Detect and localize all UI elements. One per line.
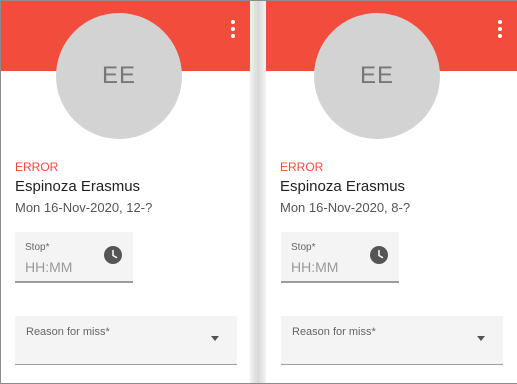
more-vert-icon[interactable] (230, 20, 236, 38)
reason-for-miss-label: Reason for miss* (292, 326, 376, 338)
reason-for-miss-select[interactable]: Reason for miss* (281, 316, 503, 365)
stop-time-input[interactable] (25, 259, 105, 275)
arrow-drop-down-icon[interactable] (477, 336, 485, 341)
avatar: EE (56, 13, 182, 139)
screen: EE ERROR Espinoza Erasmus Mon 16-Nov-202… (0, 0, 517, 384)
employee-card-2: EE ERROR Espinoza Erasmus Mon 16-Nov-202… (266, 1, 517, 383)
stop-time-field[interactable]: Stop* (281, 232, 399, 283)
clock-icon[interactable] (104, 246, 122, 264)
arrow-drop-down-icon[interactable] (211, 336, 219, 341)
more-vert-icon[interactable] (497, 20, 503, 38)
shift-date: Mon 16-Nov-2020, 12-? (15, 200, 153, 215)
stop-time-input[interactable] (291, 259, 371, 275)
stop-time-field[interactable]: Stop* (15, 232, 133, 283)
stop-time-label: Stop* (25, 242, 50, 253)
stop-time-label: Stop* (291, 242, 316, 253)
reason-for-miss-label: Reason for miss* (26, 326, 110, 338)
card-divider (250, 1, 266, 383)
shift-date: Mon 16-Nov-2020, 8-? (280, 200, 411, 215)
employee-card-1: EE ERROR Espinoza Erasmus Mon 16-Nov-202… (1, 1, 250, 383)
clock-icon[interactable] (370, 246, 388, 264)
reason-for-miss-select[interactable]: Reason for miss* (15, 316, 237, 365)
avatar: EE (314, 13, 440, 139)
employee-name: Espinoza Erasmus (15, 178, 141, 195)
employee-name: Espinoza Erasmus (280, 178, 406, 195)
status-label: ERROR (280, 160, 324, 174)
status-label: ERROR (15, 160, 59, 174)
